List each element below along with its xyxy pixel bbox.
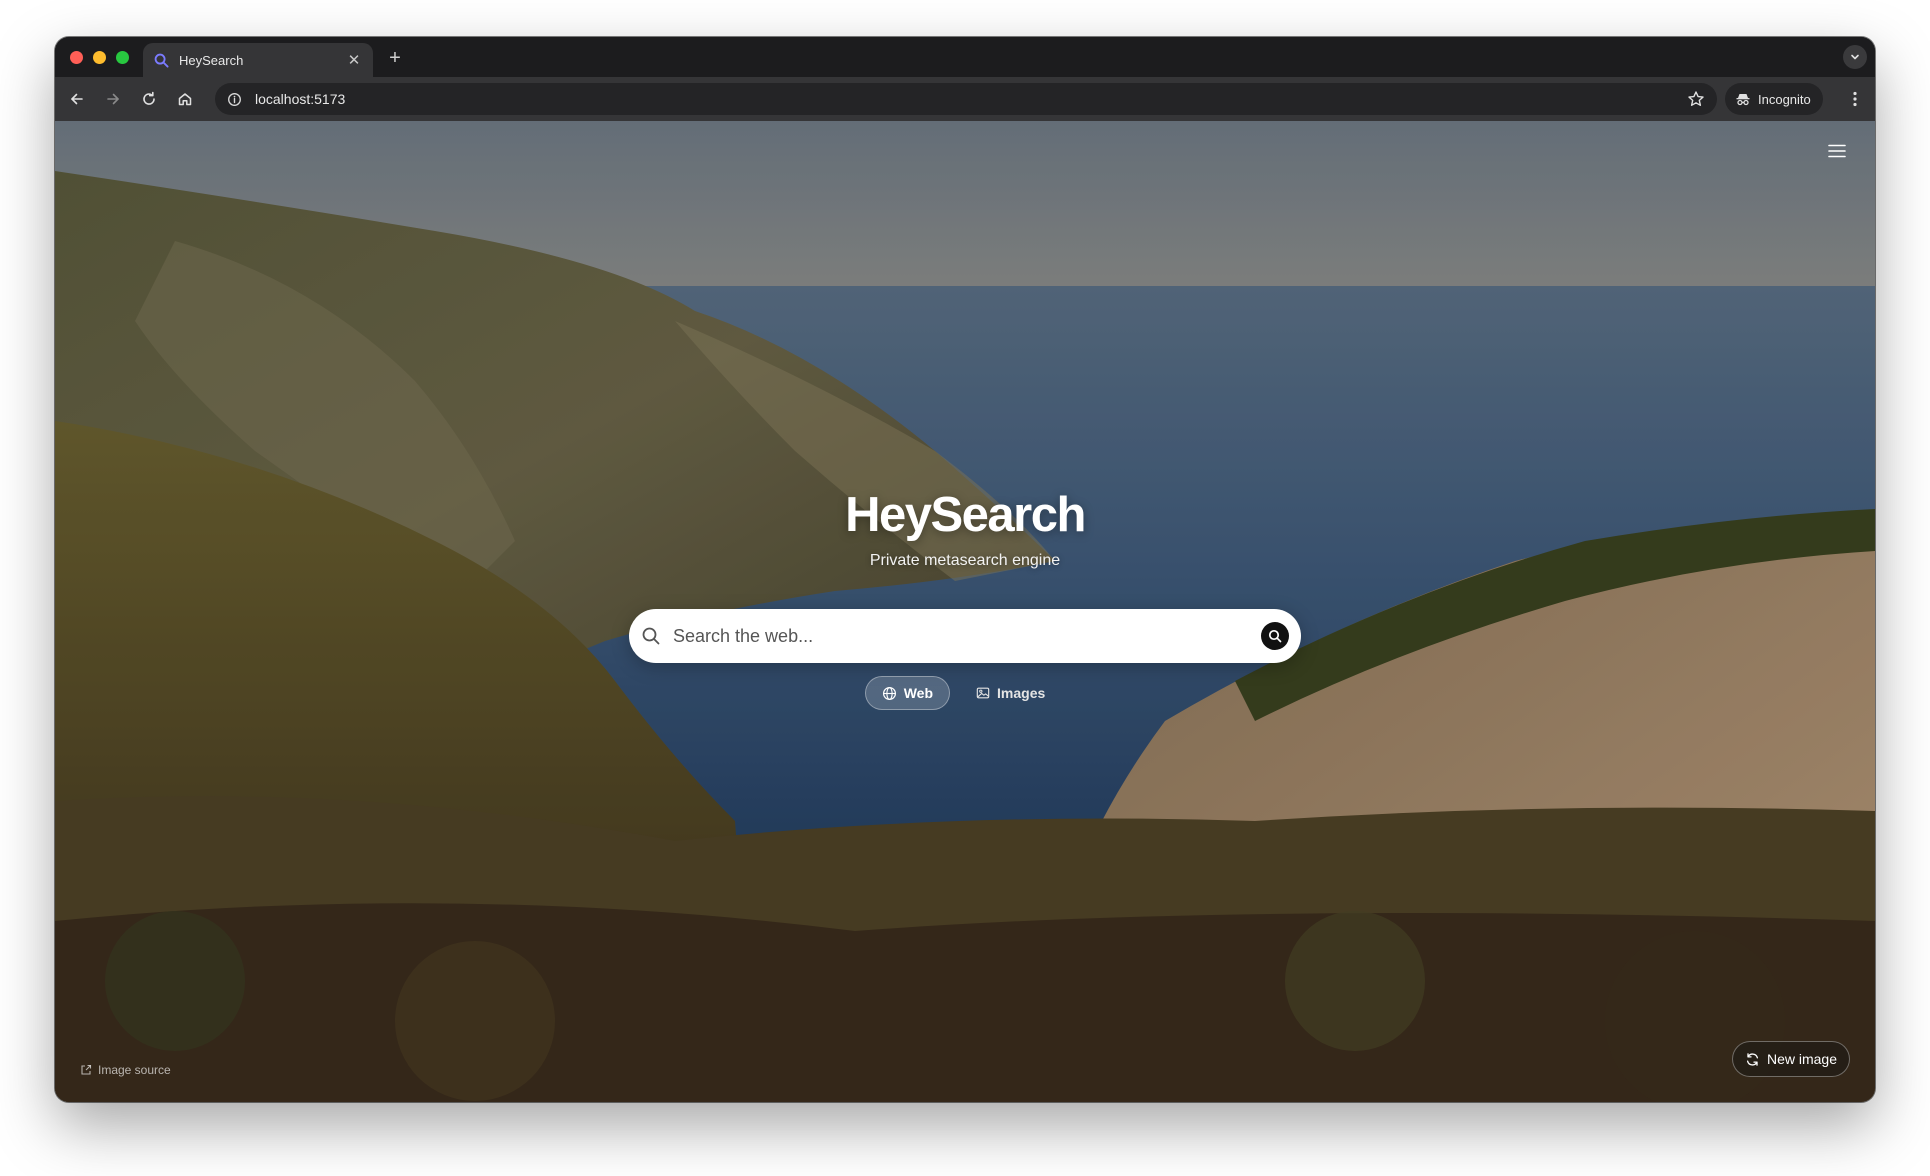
search-submit-icon [1268,629,1282,643]
brand-title: HeySearch [845,488,1086,542]
tab-images-label: Images [997,685,1046,701]
search-mode-tabs: Web Images [55,676,1875,710]
image-source-label: Image source [98,1063,171,1077]
tab-search-button[interactable] [1843,45,1867,69]
search-bar [629,609,1301,663]
hamburger-menu-icon [1828,144,1846,158]
reload-button[interactable] [131,81,167,117]
new-image-button[interactable]: New image [1731,1041,1850,1077]
incognito-profile-button[interactable]: Incognito [1725,83,1823,115]
tab-web-label: Web [903,685,934,701]
new-image-label: New image [1766,1051,1837,1067]
chevron-down-icon [1851,54,1859,60]
more-vertical-icon [1853,91,1857,107]
browser-window: HeySearch ✕ + localhost:5173 Incognito H… [55,37,1875,1102]
forward-button[interactable] [95,81,131,117]
maximize-window-button[interactable] [116,51,129,64]
tab-web[interactable]: Web [864,676,951,710]
tab-heysearch[interactable]: HeySearch ✕ [143,43,373,77]
address-bar[interactable]: localhost:5173 [215,83,1717,115]
address-url: localhost:5173 [255,91,346,107]
refresh-icon [1746,1052,1758,1066]
page-menu-button[interactable] [1825,139,1849,163]
page-content: HeySearch Private metasearch engine Web … [55,121,1875,1102]
image-icon [976,687,990,699]
search-icon [642,627,660,645]
incognito-label: Incognito [1758,91,1811,107]
minimize-window-button[interactable] [93,51,106,64]
home-button[interactable] [167,81,203,117]
globe-icon [882,686,896,700]
home-icon [178,93,192,106]
arrow-right-icon [107,93,119,105]
brand-tagline: Private metasearch engine [869,552,1061,569]
search-submit-button[interactable] [1261,622,1289,650]
reload-icon [143,91,155,105]
new-tab-button[interactable]: + [383,46,407,70]
browser-menu-button[interactable] [1843,87,1867,111]
bookmark-star-icon[interactable] [1687,90,1705,108]
image-source-link[interactable]: Image source [80,1063,171,1077]
external-link-icon [81,1064,92,1075]
close-window-button[interactable] [70,51,83,64]
search-input[interactable] [671,609,1261,663]
tab-strip: HeySearch ✕ + [55,37,1875,77]
browser-toolbar: localhost:5173 Incognito [55,77,1875,121]
search-favicon-icon [153,52,169,68]
incognito-icon [1736,94,1750,106]
tab-images[interactable]: Images [968,676,1053,710]
arrow-left-icon [71,93,83,105]
site-info-icon[interactable] [225,90,243,108]
back-button[interactable] [59,81,95,117]
tab-close-icon[interactable]: ✕ [345,51,363,69]
tab-title: HeySearch [179,52,244,68]
